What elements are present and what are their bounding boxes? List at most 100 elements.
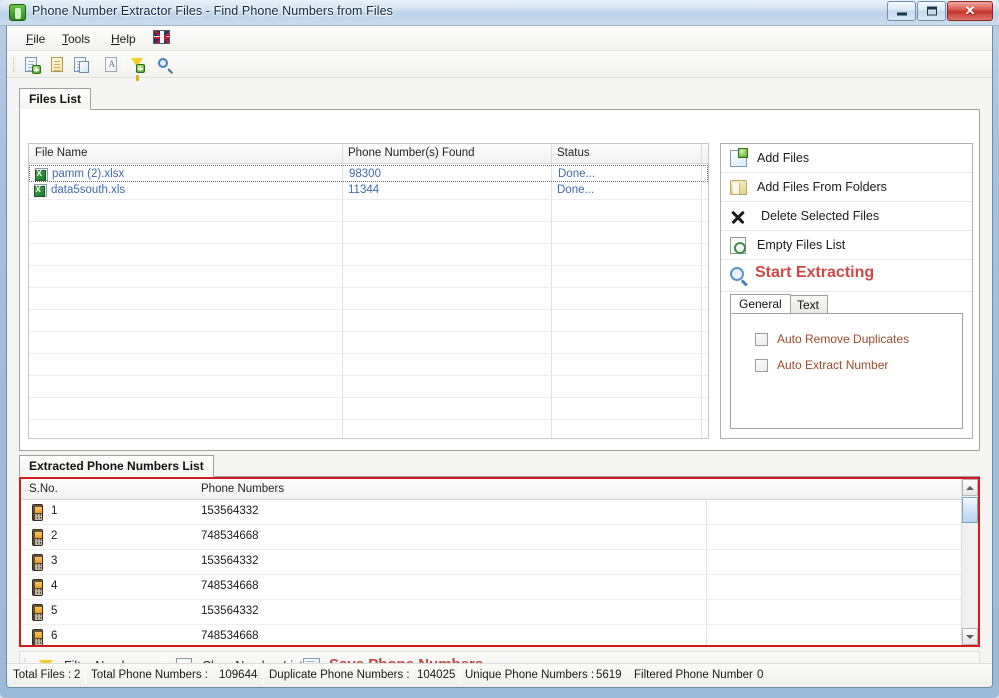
options-body: Auto Remove Duplicates Auto Extract Numb… xyxy=(730,313,963,429)
maximize-button[interactable] xyxy=(917,1,946,21)
copy-files-icon[interactable] xyxy=(72,56,90,74)
add-files-from-folders-button[interactable]: Add Files From Folders xyxy=(721,173,972,202)
extracted-tab-strip: Extracted Phone Numbers List xyxy=(19,455,980,477)
phone-app-icon xyxy=(9,4,26,21)
tab-extracted-phone-numbers-list[interactable]: Extracted Phone Numbers List xyxy=(19,455,214,477)
vertical-scrollbar[interactable] xyxy=(961,479,978,645)
toolbar-separator-3 xyxy=(150,56,151,73)
cell-sno: 3 xyxy=(51,555,58,567)
add-files-icon[interactable] xyxy=(23,56,41,74)
cell-status: Done... xyxy=(558,168,596,180)
start-extracting-label: Start Extracting xyxy=(755,264,875,281)
empty-list-icon xyxy=(730,237,746,254)
search-icon[interactable] xyxy=(156,56,174,74)
empty-files-list-button[interactable]: Empty Files List xyxy=(721,231,972,260)
cell-phone-number: 153564332 xyxy=(201,605,259,617)
cell-sno: 4 xyxy=(51,580,58,592)
mobile-phone-icon xyxy=(32,529,43,546)
list-item[interactable]: 6 748534668 xyxy=(21,625,961,645)
application-window: Phone Number Extractor Files - Find Phon… xyxy=(0,0,999,698)
total-files-label: Total Files : xyxy=(13,669,72,681)
menu-bar: File Tools Help xyxy=(7,26,992,51)
mobile-phone-icon xyxy=(32,554,43,571)
menu-item-file[interactable]: File xyxy=(21,31,50,47)
add-files-button[interactable]: Add Files xyxy=(721,144,972,173)
mobile-phone-icon xyxy=(32,579,43,596)
extracted-grid-header: S.No. Phone Numbers xyxy=(21,479,978,500)
menu-item-tools-rest: ools xyxy=(68,32,91,46)
column-sno[interactable]: S.No. xyxy=(21,483,58,495)
column-phone-numbers[interactable]: Phone Numbers xyxy=(193,483,284,495)
extracted-grid[interactable]: S.No. Phone Numbers 1 153564332 2 748534… xyxy=(21,479,978,645)
table-row[interactable]: pamm (2).xlsx 98300 Done... xyxy=(29,165,708,182)
list-item[interactable]: 4 748534668 xyxy=(21,575,961,600)
mobile-phone-icon xyxy=(32,604,43,621)
unique-phone-numbers-value: 5619 xyxy=(596,669,622,681)
auto-remove-duplicates-checkbox[interactable] xyxy=(755,333,768,346)
text-extract-icon[interactable] xyxy=(102,56,120,74)
column-phone-found[interactable]: Phone Number(s) Found xyxy=(342,147,475,159)
tab-files-list[interactable]: Files List xyxy=(19,88,92,110)
filtered-phone-number-label: Filtered Phone Number xyxy=(634,669,753,681)
menu-item-help[interactable]: Help xyxy=(106,31,141,47)
add-files-label: Add Files xyxy=(757,151,810,165)
list-item[interactable]: 5 153564332 xyxy=(21,600,961,625)
menu-item-file-rest: ile xyxy=(33,32,46,46)
add-files-from-folders-icon[interactable] xyxy=(49,56,67,74)
unique-phone-numbers-label: Unique Phone Numbers : xyxy=(465,669,595,681)
total-phone-numbers-value: 109644 xyxy=(219,669,258,681)
scroll-up-button[interactable] xyxy=(962,479,978,496)
scrollbar-thumb[interactable] xyxy=(962,497,978,523)
auto-remove-duplicates-label: Auto Remove Duplicates xyxy=(777,332,910,346)
auto-extract-number-checkbox[interactable] xyxy=(755,359,768,372)
filter-numbers-icon[interactable] xyxy=(129,56,147,81)
mobile-phone-icon xyxy=(32,629,43,645)
empty-files-list-label: Empty Files List xyxy=(757,238,846,252)
close-icon: ✕ xyxy=(964,3,976,18)
title-bar: Phone Number Extractor Files - Find Phon… xyxy=(0,0,999,26)
cell-sno: 2 xyxy=(51,530,58,542)
cell-phone-number: 748534668 xyxy=(201,630,259,642)
toolbar-separator-2 xyxy=(123,56,124,73)
duplicate-phone-numbers-label: Duplicate Phone Numbers : xyxy=(269,669,410,681)
minimize-button[interactable] xyxy=(887,1,916,21)
filtered-phone-number-value: 0 xyxy=(757,669,764,681)
tab-general[interactable]: General xyxy=(730,294,791,313)
start-extracting-button[interactable]: Start Extracting xyxy=(721,260,972,292)
action-panel: Add Files Add Files From Folders Delete … xyxy=(720,143,973,439)
cell-status: Done... xyxy=(557,184,595,196)
toolbar-grip[interactable] xyxy=(13,57,16,72)
delete-selected-files-label: Delete Selected Files xyxy=(761,209,880,223)
scroll-down-button[interactable] xyxy=(962,628,978,645)
cell-file-name: data5south.xls xyxy=(51,184,126,196)
cell-sno: 1 xyxy=(51,505,58,517)
column-status[interactable]: Status xyxy=(551,147,590,159)
client-area: File Tools Help A Files List File Name P… xyxy=(6,26,993,688)
cell-sno: 6 xyxy=(51,630,58,642)
tab-text[interactable]: Text xyxy=(788,295,829,313)
list-item[interactable]: 3 153564332 xyxy=(21,550,961,575)
column-file-name[interactable]: File Name xyxy=(29,147,87,159)
uk-flag-icon[interactable] xyxy=(153,30,170,44)
x-icon xyxy=(730,209,746,225)
list-item[interactable]: 1 153564332 xyxy=(21,500,961,525)
files-grid-header: File Name Phone Number(s) Found Status xyxy=(29,144,708,164)
cell-phone-number: 153564332 xyxy=(201,555,259,567)
delete-selected-files-button[interactable]: Delete Selected Files xyxy=(721,202,972,231)
add-files-icon xyxy=(730,148,748,167)
files-tab-strip: Files List xyxy=(19,88,980,110)
cell-file-name: pamm (2).xlsx xyxy=(52,168,125,180)
cell-phone-found: 11344 xyxy=(348,184,380,196)
cell-phone-found: 98300 xyxy=(349,168,381,180)
close-button[interactable]: ✕ xyxy=(947,1,993,21)
table-row[interactable]: data5south.xls 11344 Done... xyxy=(29,182,708,199)
cell-phone-number: 153564332 xyxy=(201,505,259,517)
cell-phone-number: 748534668 xyxy=(201,530,259,542)
excel-file-icon xyxy=(34,184,47,197)
extracted-numbers-panel: S.No. Phone Numbers 1 153564332 2 748534… xyxy=(19,477,980,647)
list-item[interactable]: 2 748534668 xyxy=(21,525,961,550)
files-grid[interactable]: File Name Phone Number(s) Found Status p… xyxy=(28,143,709,439)
files-list-panel: File Name Phone Number(s) Found Status p… xyxy=(19,110,980,451)
menu-item-tools[interactable]: Tools xyxy=(57,31,95,47)
cell-sno: 5 xyxy=(51,605,58,617)
